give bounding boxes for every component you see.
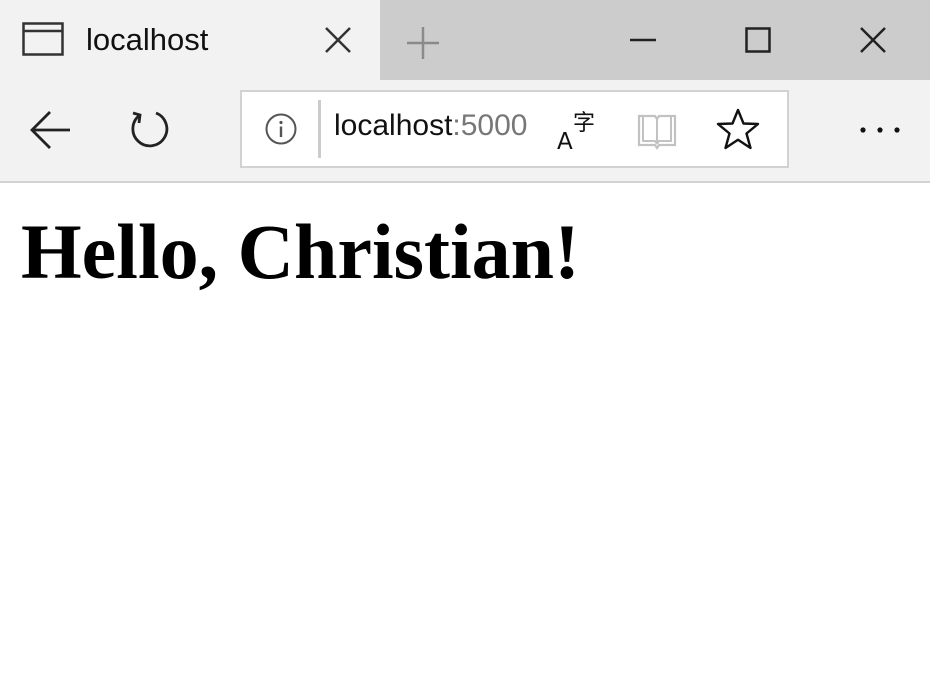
translate-icon[interactable]: A 字 [556,106,600,152]
title-bar: localhost [0,0,930,80]
tab-title: localhost [86,22,209,57]
maximize-icon [744,27,771,53]
more-icon[interactable] [854,118,904,142]
maximize-button[interactable] [700,0,815,80]
page-heading: Hello, Christian! [21,208,580,295]
page-icon [22,22,64,56]
close-window-button[interactable] [815,0,930,80]
info-icon[interactable] [264,112,298,146]
address-bar[interactable]: localhost:5000 A 字 [240,90,789,168]
navigation-bar: localhost:5000 A 字 [0,80,930,183]
reading-view-icon[interactable] [636,112,678,150]
new-tab-icon[interactable] [406,26,440,60]
url-field[interactable]: localhost:5000 [334,106,530,146]
url-host: localhost [334,109,453,142]
page-content: Hello, Christian! [0,183,930,682]
star-icon[interactable] [716,108,760,150]
url-port: :5000 [452,109,528,142]
address-divider [318,100,321,158]
close-icon [859,27,886,53]
minimize-icon [629,38,656,42]
tab-close-icon[interactable] [324,26,352,54]
svg-text:字: 字 [573,111,595,136]
browser-window: localhost localhost:5000 A 字 Hello, Chri… [0,0,930,682]
refresh-icon[interactable] [126,106,174,154]
svg-text:A: A [557,129,573,152]
back-arrow-icon[interactable] [26,108,76,152]
minimize-button[interactable] [585,0,700,80]
active-tab[interactable]: localhost [0,0,380,80]
